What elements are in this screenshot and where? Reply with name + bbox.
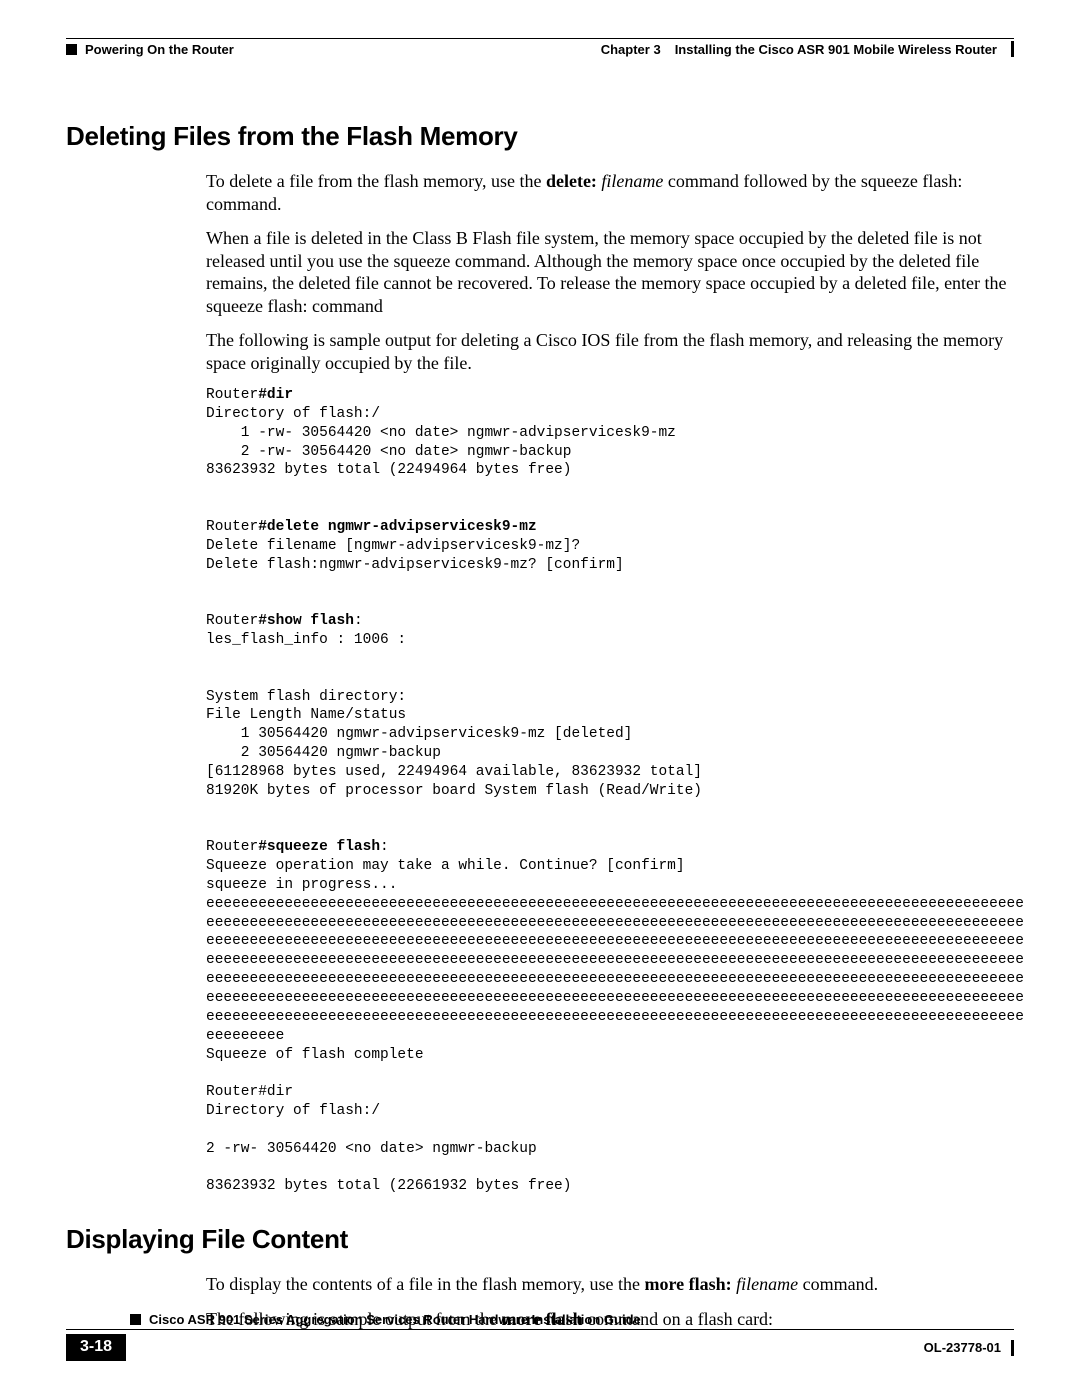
code-line: 1 30564420 ngmwr-advipservicesk9-mz [del… [206,726,632,742]
code-line: Delete flash:ngmwr-advipservicesk9-mz? [… [206,557,624,573]
header-bar-icon [1011,41,1014,57]
code-line: squeeze in progress... [206,877,397,893]
code-line: Directory of flash:/ [206,406,380,422]
code-line: : [354,613,363,629]
code-command: #delete ngmwr-advipservicesk9-mz [258,519,536,535]
header-chapter-title: Installing the Cisco ASR 901 Mobile Wire… [675,42,997,57]
para-delete-explain: When a file is deleted in the Class B Fl… [206,227,1014,317]
code-line: 2 -rw- 30564420 <no date> ngmwr-backup [206,1141,537,1157]
code-line: File Length Name/status [206,707,406,723]
header-square-icon [66,44,77,55]
code-line: 2 -rw- 30564420 <no date> ngmwr-backup [206,444,571,460]
code-prompt: Router [206,387,258,403]
header-rule [66,38,1014,39]
code-command: #squeeze flash [258,839,380,855]
code-line: eeeeeeeeeeeeeeeeeeeeeeeeeeeeeeeeeeeeeeee… [206,971,1024,987]
code-line: eeeeeeeeeeeeeeeeeeeeeeeeeeeeeeeeeeeeeeee… [206,1009,1024,1025]
code-line: eeeeeeeee [206,1028,284,1044]
code-line: Directory of flash:/ [206,1103,380,1119]
code-line: 83623932 bytes total (22494964 bytes fre… [206,462,571,478]
code-line: 81920K bytes of processor board System f… [206,783,702,799]
footer-bar-icon [1011,1340,1014,1356]
code-prompt: Router [206,519,258,535]
code-prompt: Router [206,839,258,855]
page-number-badge: 3-18 [66,1334,126,1361]
footer-rule [66,1329,1014,1330]
footer-guide-title: Cisco ASR 901 Series Aggregation Service… [149,1312,641,1327]
code-line: eeeeeeeeeeeeeeeeeeeeeeeeeeeeeeeeeeeeeeee… [206,933,1024,949]
page-footer: Cisco ASR 901 Series Aggregation Service… [66,1312,1014,1361]
text-fragment: command. [798,1274,878,1294]
header-chapter-label: Chapter 3 [601,42,661,57]
code-command: #dir [258,387,293,403]
code-prompt: Router [206,613,258,629]
header-section: Powering On the Router [85,42,234,57]
heading-deleting-files: Deleting Files from the Flash Memory [66,121,1014,152]
text-bold: delete: [546,171,597,191]
page-header: Powering On the Router Chapter 3 Install… [66,41,1014,57]
code-line: Squeeze of flash complete [206,1047,424,1063]
code-line: : [380,839,389,855]
code-line: eeeeeeeeeeeeeeeeeeeeeeeeeeeeeeeeeeeeeeee… [206,915,1024,931]
code-line: 83623932 bytes total (22661932 bytes fre… [206,1178,571,1194]
para-delete-intro: To delete a file from the flash memory, … [206,170,1014,215]
para-delete-sample: The following is sample output for delet… [206,329,1014,374]
code-line: Router#dir [206,1084,293,1100]
text-italic: filename [597,171,663,191]
text-fragment: To delete a file from the flash memory, … [206,171,546,191]
text-fragment: To display the contents of a file in the… [206,1274,644,1294]
footer-square-icon [130,1314,141,1325]
code-line: System flash directory: [206,689,406,705]
code-line: Squeeze operation may take a while. Cont… [206,858,685,874]
code-line: les_flash_info : 1006 : [206,632,406,648]
code-command: #show flash [258,613,354,629]
code-block-dir: Router#dir Directory of flash:/ 1 -rw- 3… [206,386,1014,1196]
code-line: Delete filename [ngmwr-advipservicesk9-m… [206,538,580,554]
code-line: 2 30564420 ngmwr-backup [206,745,441,761]
code-line: eeeeeeeeeeeeeeeeeeeeeeeeeeeeeeeeeeeeeeee… [206,896,1024,912]
code-line: eeeeeeeeeeeeeeeeeeeeeeeeeeeeeeeeeeeeeeee… [206,990,1024,1006]
footer-doc-id: OL-23778-01 [924,1340,1001,1355]
text-italic: filename [732,1274,798,1294]
heading-displaying-file: Displaying File Content [66,1224,1014,1255]
code-line: eeeeeeeeeeeeeeeeeeeeeeeeeeeeeeeeeeeeeeee… [206,952,1024,968]
code-line: 1 -rw- 30564420 <no date> ngmwr-advipser… [206,425,676,441]
text-bold: more flash: [644,1274,731,1294]
para-display-intro: To display the contents of a file in the… [206,1273,1014,1296]
code-line: [61128968 bytes used, 22494964 available… [206,764,702,780]
